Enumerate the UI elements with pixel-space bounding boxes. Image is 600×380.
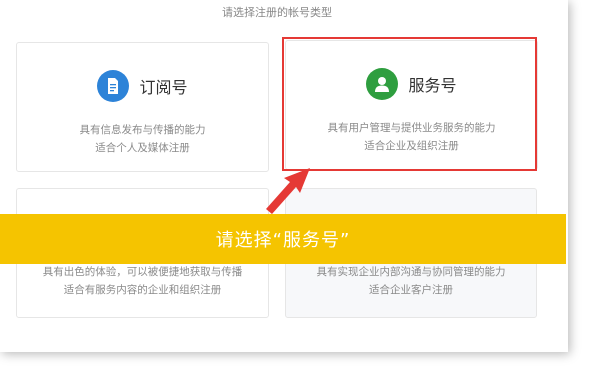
document-icon (97, 70, 130, 102)
page-title: 请选择注册的帐号类型 (222, 6, 332, 19)
banner-text: 请选择“服务号” (215, 230, 351, 251)
service-account-highlight (282, 37, 537, 171)
card-desc-line: 适合有服务内容的企业和组织注册 (63, 284, 222, 296)
card-description: 具有出色的体验，可以被便捷地获取与传播 适合有服务内容的企业和组织注册 (17, 263, 268, 299)
card-desc-line: 适合个人及媒体注册 (95, 142, 190, 154)
card-title-row: 订阅号 (17, 70, 268, 102)
subscription-account-card[interactable]: 订阅号 具有信息发布与传播的能力 适合个人及媒体注册 (16, 42, 269, 172)
instruction-banner: 请选择“服务号” (0, 214, 566, 264)
card-title: 订阅号 (139, 78, 188, 97)
card-desc-line: 具有出色的体验，可以被便捷地获取与传播 (42, 266, 243, 278)
card-desc-line: 适合企业客户注册 (369, 284, 453, 296)
card-description: 具有实现企业内部沟通与协同管理的能力 适合企业客户注册 (286, 263, 536, 299)
card-description: 具有信息发布与传播的能力 适合个人及媒体注册 (17, 121, 268, 157)
card-desc-line: 具有信息发布与传播的能力 (79, 124, 206, 136)
card-desc-line: 具有实现企业内部沟通与协同管理的能力 (316, 266, 506, 278)
